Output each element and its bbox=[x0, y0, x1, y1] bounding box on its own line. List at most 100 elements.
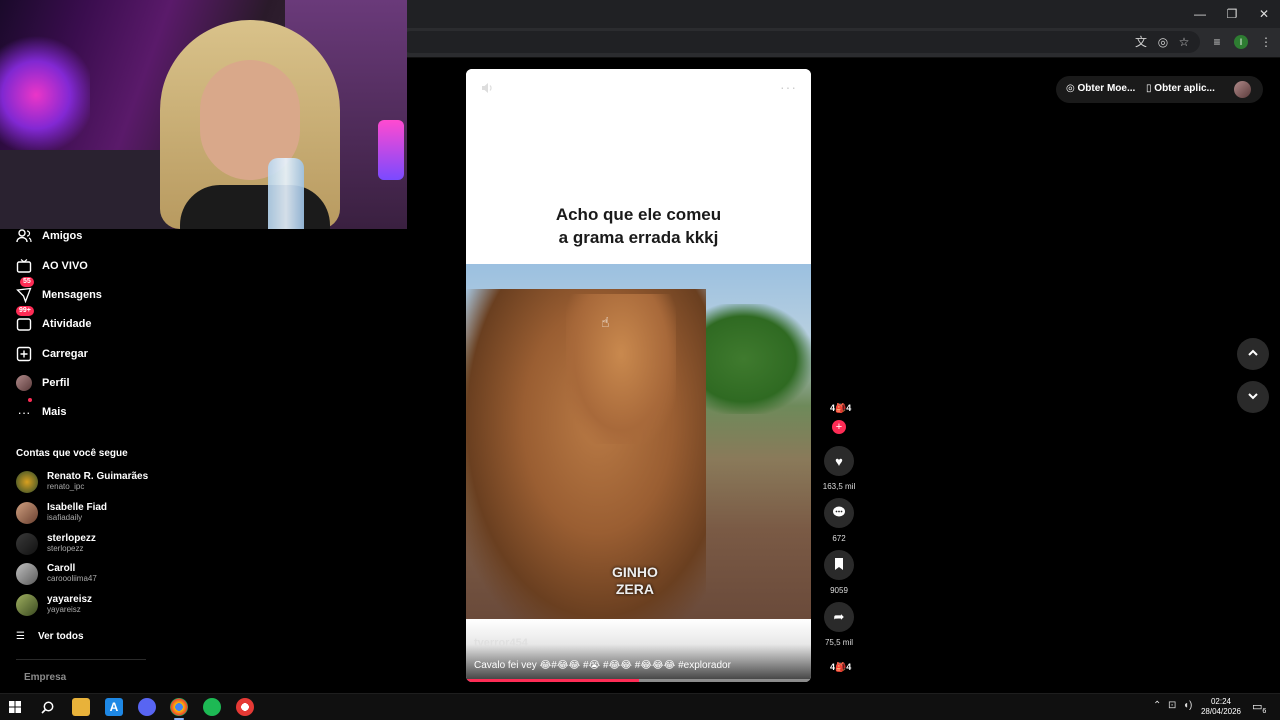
save-button[interactable] bbox=[824, 550, 854, 580]
file-explorer-icon[interactable] bbox=[72, 698, 90, 716]
discord-icon[interactable] bbox=[138, 698, 156, 716]
following-item[interactable]: sterlopezz sterlopezz bbox=[16, 531, 156, 557]
search-icon[interactable] bbox=[38, 698, 56, 716]
system-clock[interactable]: 02:24 28/04/2026 bbox=[1196, 697, 1246, 717]
media-queue-icon[interactable]: ≡ bbox=[1209, 34, 1225, 50]
chevron-up-icon bbox=[1246, 346, 1260, 363]
translate-icon[interactable]: 文 bbox=[1133, 34, 1149, 50]
comment-button[interactable] bbox=[824, 498, 854, 528]
watermark-line: GINHO bbox=[612, 564, 658, 580]
see-all-button[interactable]: ☰ Ver todos bbox=[16, 629, 84, 643]
video-progress-bar[interactable] bbox=[466, 679, 811, 682]
sidebar-item-label: Mais bbox=[42, 406, 67, 418]
video-caption-area: ··· Acho que ele comeu a grama errada kk… bbox=[466, 69, 811, 264]
following-item[interactable]: yayareisz yayareisz bbox=[16, 592, 156, 618]
like-button[interactable]: ♥ bbox=[824, 446, 854, 476]
bookmark-icon bbox=[833, 557, 845, 574]
sidebar-item-mais[interactable]: ··· Mais bbox=[16, 398, 66, 423]
progress-fill bbox=[466, 679, 639, 682]
video-frame: GINHO ZERA bbox=[466, 264, 811, 619]
clock-time: 02:24 bbox=[1210, 697, 1232, 706]
avatar bbox=[16, 563, 38, 585]
chevron-up-icon[interactable]: ⌃ bbox=[1153, 700, 1161, 711]
notifications-icon[interactable]: ▭6 bbox=[1252, 700, 1266, 715]
sidebar-item-label: Amigos bbox=[42, 230, 83, 242]
sidebar-item-amigos[interactable]: Amigos bbox=[16, 225, 82, 247]
more-icon: ··· bbox=[17, 404, 31, 420]
taskbar: A ⌃ ⊡ ◖) 02:24 28/04/2026 ▭6 bbox=[0, 693, 1280, 720]
save-count: 9059 bbox=[830, 586, 848, 595]
following-item[interactable]: Caroll caroooliima47 bbox=[16, 561, 156, 587]
following-name: sterlopezz bbox=[47, 533, 96, 544]
address-bar[interactable] bbox=[400, 31, 1200, 53]
get-app-button[interactable]: ▯ Obter aplic... bbox=[1146, 83, 1215, 94]
avatar bbox=[16, 471, 38, 493]
avatar[interactable] bbox=[1234, 81, 1251, 98]
water-bottle bbox=[268, 158, 304, 229]
sidebar-item-mensagens[interactable]: 55 Mensagens bbox=[16, 277, 102, 306]
restore-button[interactable]: ❐ bbox=[1216, 0, 1248, 28]
avatar bbox=[16, 594, 38, 616]
sidebar-item-perfil[interactable]: Perfil bbox=[16, 372, 70, 394]
messages-badge: 55 bbox=[20, 277, 34, 287]
spotify-icon[interactable] bbox=[203, 698, 221, 716]
following-name: Caroll bbox=[47, 563, 76, 574]
follow-plus-icon[interactable]: + bbox=[832, 420, 846, 434]
next-video-button[interactable] bbox=[1237, 381, 1269, 413]
more-options-icon[interactable]: ··· bbox=[780, 79, 797, 95]
eye-off-icon[interactable]: ◎ bbox=[1155, 34, 1171, 50]
video-author[interactable]: tverror454 bbox=[474, 637, 528, 649]
activity-badge: 99+ bbox=[16, 306, 34, 316]
comment-count: 672 bbox=[832, 534, 846, 543]
sidebar-item-carregar[interactable]: Carregar bbox=[16, 343, 88, 365]
sidebar-item-label: AO VIVO bbox=[42, 260, 88, 272]
following-handle: yayareisz bbox=[47, 605, 81, 614]
following-name: Renato R. Guimarães bbox=[47, 471, 149, 482]
obs-icon[interactable] bbox=[236, 698, 254, 716]
avatar bbox=[16, 533, 38, 555]
company-link[interactable]: Empresa bbox=[24, 672, 66, 683]
profile-icon[interactable]: I bbox=[1234, 35, 1248, 49]
like-count: 163,5 mil bbox=[822, 482, 856, 491]
clock-date: 28/04/2026 bbox=[1200, 707, 1242, 716]
sidebar-item-ao-vivo[interactable]: AO VIVO bbox=[16, 255, 88, 277]
windows-start-icon[interactable] bbox=[6, 698, 24, 716]
video-caption: Acho que ele comeu a grama errada kkkj bbox=[486, 203, 791, 249]
video-player[interactable]: ··· Acho que ele comeu a grama errada kk… bbox=[466, 69, 811, 682]
get-coins-button[interactable]: ◎ Obter Moe... bbox=[1066, 83, 1135, 94]
sidebar-divider bbox=[16, 659, 146, 660]
neon-light bbox=[0, 30, 90, 160]
person-shirt bbox=[180, 185, 330, 229]
desk bbox=[0, 150, 170, 229]
notification-count: 6 bbox=[1262, 708, 1267, 716]
chrome-icon[interactable] bbox=[170, 698, 188, 716]
following-item[interactable]: Isabelle Fiad isafiadaily bbox=[16, 500, 156, 526]
caption-line: Acho que ele comeu bbox=[555, 205, 722, 224]
star-icon[interactable]: ☆ bbox=[1176, 34, 1192, 50]
speaker-icon[interactable]: ◖) bbox=[1183, 700, 1192, 711]
get-app-label: Obter aplic... bbox=[1154, 83, 1215, 94]
network-icon[interactable]: ⊡ bbox=[1168, 700, 1176, 711]
minimize-button[interactable]: — bbox=[1184, 0, 1216, 28]
music-label[interactable]: 4🎒4 bbox=[830, 662, 851, 673]
share-button[interactable]: ➦ bbox=[824, 602, 854, 632]
following-item[interactable]: Renato R. Guimarães renato_ipc bbox=[16, 469, 156, 495]
creator-label[interactable]: 4🎒4 bbox=[830, 403, 851, 414]
following-handle: caroooliima47 bbox=[47, 574, 97, 583]
coin-icon: ◎ bbox=[1066, 83, 1075, 94]
sidebar-item-label: Carregar bbox=[42, 348, 88, 360]
app-a-icon[interactable]: A bbox=[105, 698, 123, 716]
close-button[interactable]: ✕ bbox=[1248, 0, 1280, 28]
menu-icon[interactable]: ⋮ bbox=[1258, 34, 1274, 50]
list-icon: ☰ bbox=[16, 630, 25, 642]
following-name: yayareisz bbox=[47, 594, 93, 605]
previous-video-button[interactable] bbox=[1237, 338, 1269, 370]
avatar bbox=[16, 502, 38, 524]
volume-icon[interactable] bbox=[480, 81, 496, 97]
sidebar-item-label: Atividade bbox=[42, 318, 92, 330]
video-description: Cavalo fei vey 😂#😂😂 #😭 #😂😂 #😂😂😂 #explora… bbox=[474, 660, 731, 671]
sidebar-item-atividade[interactable]: 99+ Atividade bbox=[16, 306, 92, 335]
watermark-line: ZERA bbox=[615, 581, 654, 597]
messages-icon bbox=[16, 287, 32, 303]
see-all-label: Ver todos bbox=[37, 630, 84, 642]
